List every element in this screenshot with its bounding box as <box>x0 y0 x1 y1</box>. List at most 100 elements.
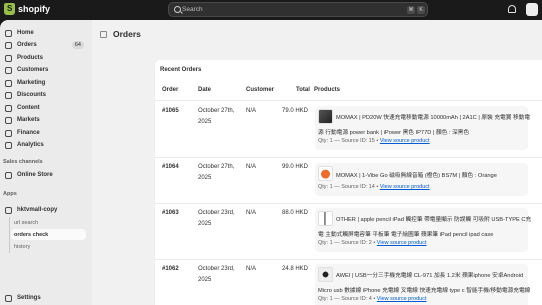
sidebar-item-analytics[interactable]: Analytics <box>3 139 89 151</box>
app-icon <box>5 206 12 214</box>
page-header: Orders <box>100 29 141 39</box>
order-date-line1: October 27th, <box>198 108 235 114</box>
sidebar-item-label: Analytics <box>17 142 44 148</box>
order-date-line1: October 27th, <box>198 164 235 170</box>
column-header-date: Date <box>198 87 212 93</box>
inbox-icon <box>5 41 12 49</box>
product-thumbnail <box>318 267 333 282</box>
sales-channels-heading[interactable]: Sales channels <box>3 159 43 165</box>
column-header-customer: Customer <box>246 87 275 93</box>
order-date-line1: October 23rd, <box>198 266 235 272</box>
command-key: ⌘ <box>407 6 415 14</box>
shopify-logo[interactable]: shopify <box>4 3 50 15</box>
page-title: Orders <box>113 29 141 39</box>
row-divider <box>155 203 542 204</box>
sidebar-item-label: Settings <box>17 295 41 301</box>
sidebar-item-app[interactable]: hktvmall-copy <box>3 204 89 216</box>
bell-icon[interactable] <box>508 5 516 13</box>
header-divider <box>155 100 542 101</box>
column-header-total: Total <box>296 87 310 93</box>
gear-icon <box>5 294 12 302</box>
product-title: AWEI | USB一分三手機充電線 CL-971 加長 1.2米 蘋果ipho… <box>336 273 524 279</box>
sidebar-item-markets[interactable]: Markets <box>3 114 89 126</box>
sidebar-subitem-orders-check[interactable]: orders check <box>11 229 86 240</box>
sub-nav-divider <box>9 217 10 253</box>
sidebar-item-label: Marketing <box>17 80 46 86</box>
order-date: October 27th, 2025 <box>198 106 234 128</box>
sidebar-item-finance[interactable]: Finance <box>3 127 89 139</box>
product-qty-source: Qty: 1 — Source ID: 15 • <box>318 138 380 144</box>
order-date-line2: 2025 <box>198 277 212 283</box>
search-placeholder: Search <box>182 6 203 13</box>
sidebar-item-home[interactable]: Home <box>3 27 89 39</box>
product-title: MOMAX | PD20W 快速充電移動電源 10000mAh | 2A1C |… <box>336 115 531 121</box>
sidebar-item-settings[interactable]: Settings <box>3 292 89 304</box>
apps-heading[interactable]: Apps <box>3 191 17 197</box>
order-date-line2: 2025 <box>198 221 212 227</box>
view-source-product-link[interactable]: View source product <box>380 184 430 190</box>
recent-orders-card: Recent Orders Order Date Customer Total … <box>155 60 542 305</box>
sidebar-item-content[interactable]: Content <box>3 102 89 114</box>
main-content: Orders Recent Orders Order Date Customer… <box>92 20 542 305</box>
product-thumbnail <box>318 109 333 124</box>
product-item: MOMAX | PD20W 快速充電移動電源 10000mAh | 2A1C |… <box>315 106 531 150</box>
order-date: October 27th, 2025 <box>198 162 234 184</box>
target-icon <box>5 79 12 87</box>
order-date-line2: 2025 <box>198 175 212 181</box>
view-source-product-link[interactable]: View source product <box>380 138 430 144</box>
view-source-product-link[interactable]: View source product <box>377 240 427 246</box>
order-customer: N/A <box>246 210 257 216</box>
shopping-bag-icon <box>4 3 15 15</box>
person-icon <box>5 66 12 74</box>
top-bar: shopify Search ⌘ K <box>0 0 542 20</box>
home-icon <box>5 29 12 37</box>
order-number[interactable]: #1063 <box>162 208 179 219</box>
product-meta: Qty: 1 — Source ID: 15 • View source pro… <box>318 138 430 144</box>
avatar[interactable] <box>526 3 538 16</box>
globe-icon <box>5 116 12 124</box>
tag-icon <box>5 54 12 62</box>
order-customer: N/A <box>246 108 257 114</box>
discount-icon <box>5 91 12 99</box>
sidebar-item-label: Products <box>17 55 44 61</box>
column-header-order: Order <box>162 87 179 93</box>
order-date-line1: October 23rd, <box>198 210 235 216</box>
sidebar-item-online-store[interactable]: Online Store <box>3 169 89 181</box>
product-item: OTHER | apple pencil iPad 觸控筆 帶電量顯示 防誤觸 … <box>315 208 531 252</box>
sidebar-item-orders[interactable]: Orders 64 <box>3 39 89 51</box>
search-input[interactable]: Search ⌘ K <box>168 2 428 17</box>
product-title-continued: 電 主動式觸屏電容筆 平板筆 電子繪圖筆 蘋果筆 iPad pencil ipa… <box>318 232 494 238</box>
product-qty-source: Qty: 1 — Source ID: 14 • <box>318 184 380 190</box>
sidebar-item-label: Discounts <box>17 92 47 98</box>
orders-count-badge: 64 <box>71 41 84 49</box>
sidebar-item-discounts[interactable]: Discounts <box>3 89 89 101</box>
order-number[interactable]: #1065 <box>162 106 179 117</box>
order-number[interactable]: #1064 <box>162 162 179 173</box>
product-qty-source: Qty: 1 — Source ID: 2 • <box>318 240 377 246</box>
sidebar-subitem-url-search[interactable]: url search <box>14 217 89 228</box>
sidebar-item-marketing[interactable]: Marketing <box>3 77 89 89</box>
document-icon <box>5 104 12 112</box>
order-date: October 23rd, 2025 <box>198 208 235 230</box>
product-meta: Qty: 1 — Source ID: 14 • View source pro… <box>318 184 430 190</box>
sidebar-item-products[interactable]: Products <box>3 52 89 64</box>
order-total: 99.0 HKD <box>281 164 308 170</box>
search-icon <box>174 6 181 13</box>
order-customer: N/A <box>246 266 257 272</box>
product-thumbnail <box>318 166 333 181</box>
logo-text: shopify <box>18 4 51 14</box>
order-date-line2: 2025 <box>198 119 212 125</box>
product-item: MOMAX | 1-Vibe Go 磁吸無線音箱 (橙色) BS7M | 顏色 … <box>315 163 528 196</box>
product-qty-source: Qty: 1 — Source ID: 4 • <box>318 296 377 302</box>
order-number[interactable]: #1062 <box>162 264 179 275</box>
storefront-icon <box>5 171 12 179</box>
sidebar-item-label: Online Store <box>17 172 53 178</box>
sidebar-item-label: Customers <box>17 67 49 73</box>
sidebar-item-customers[interactable]: Customers <box>3 64 89 76</box>
product-title-continued: Micro usb 數據線 iPhone 充電線 叉電線 快速充電線 type … <box>318 288 531 294</box>
sidebar-item-label: Content <box>17 105 40 111</box>
bank-icon <box>5 129 12 137</box>
sidebar-subitem-history[interactable]: history <box>14 241 89 252</box>
product-meta: Qty: 1 — Source ID: 2 • View source prod… <box>318 240 427 246</box>
view-source-product-link[interactable]: View source product <box>377 296 427 302</box>
